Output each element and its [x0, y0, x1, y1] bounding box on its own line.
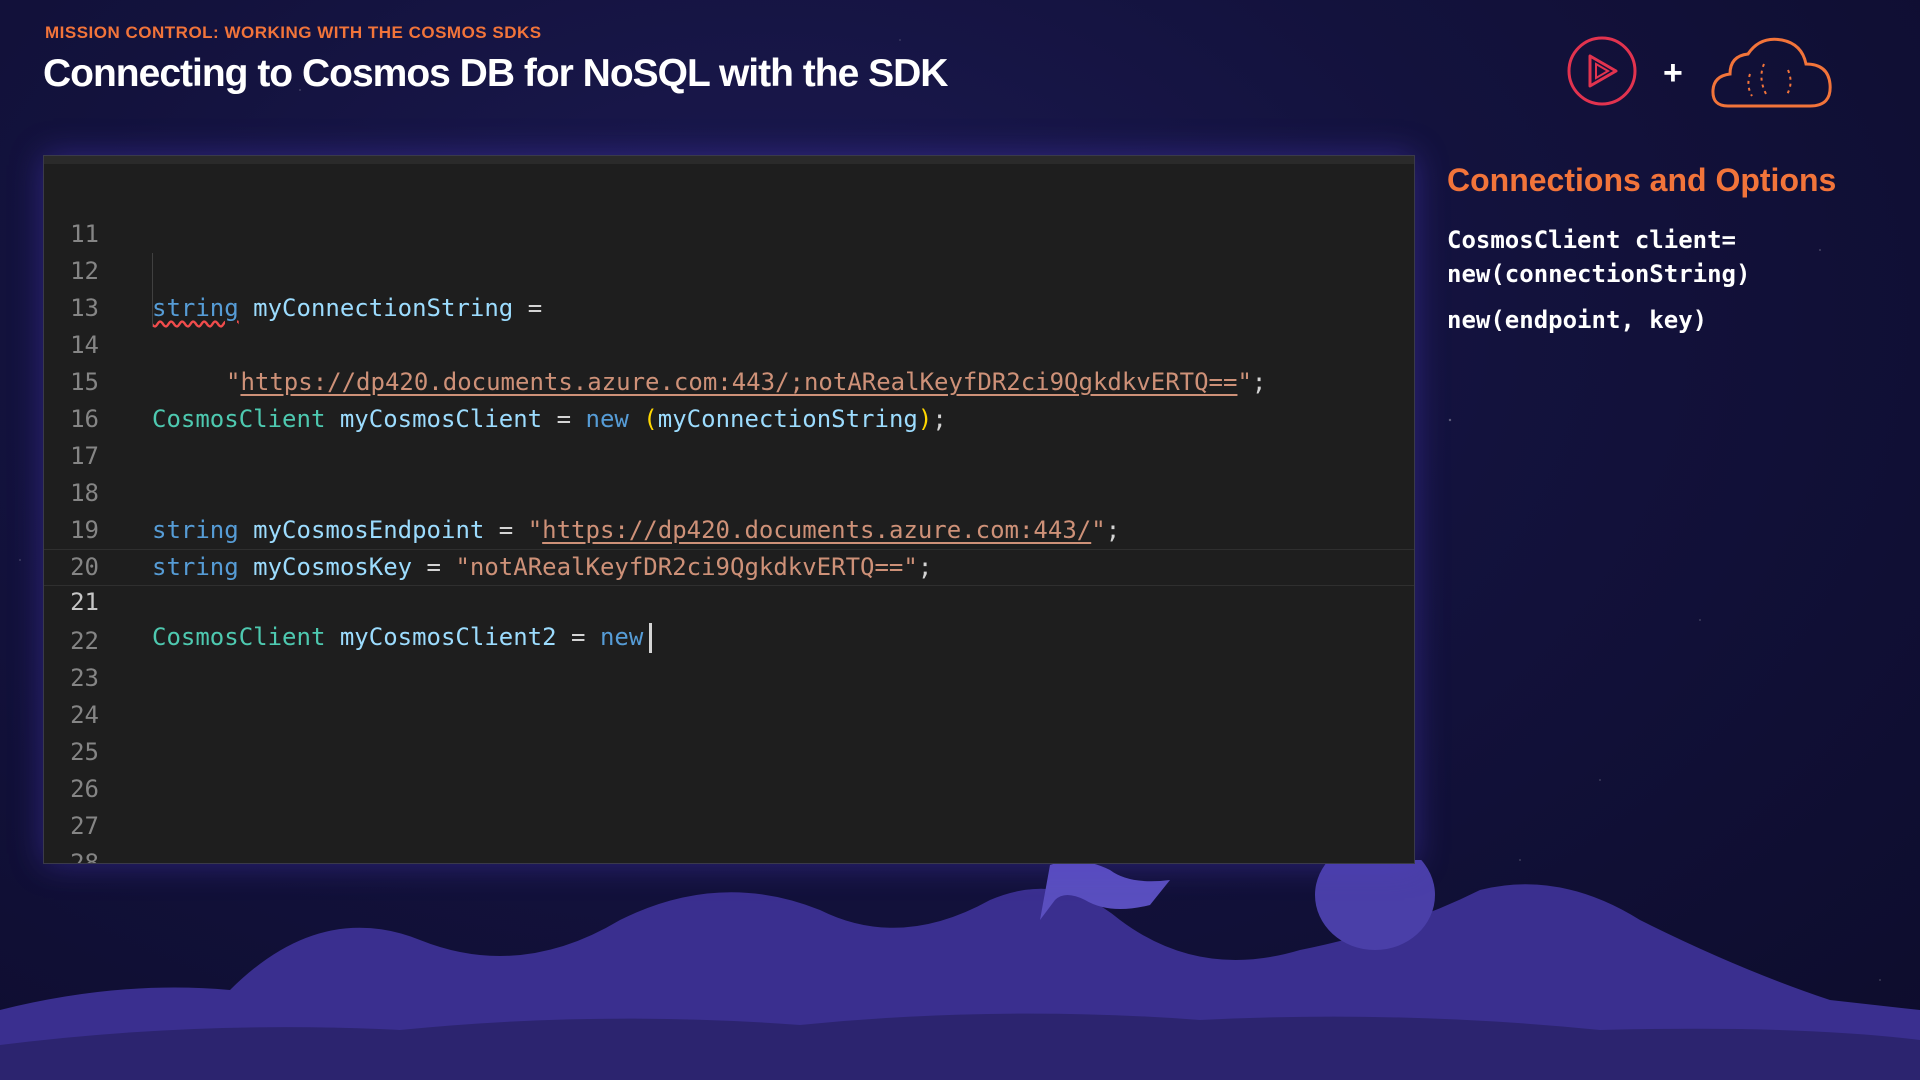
code-line: 26 — [44, 734, 1414, 803]
code-editor[interactable]: 11 12 string myConnectionString = 13 "ht… — [43, 155, 1415, 864]
code-line: 13 "https://dp420.documents.azure.com:44… — [44, 253, 1414, 396]
code-line: 11 — [44, 179, 1414, 248]
code-line: 28 — [44, 808, 1414, 863]
sidebar-code-line: CosmosClient client= — [1447, 226, 1736, 254]
code-line: 14 — [44, 290, 1414, 359]
planet-landscape-illustration — [0, 860, 1920, 1080]
code-line: 27 — [44, 771, 1414, 840]
code-line: 18 string myCosmosEndpoint = "https://dp… — [44, 438, 1414, 544]
editor-top-edge — [44, 156, 1414, 164]
indent-guide — [152, 290, 153, 327]
sidebar-code-line: new(connectionString) — [1447, 260, 1751, 288]
code-line: 25 — [44, 697, 1414, 766]
code-line: 12 string myConnectionString = — [44, 216, 1414, 322]
page-title: Connecting to Cosmos DB for NoSQL with t… — [43, 52, 948, 95]
code-line: 24 — [44, 660, 1414, 729]
section-subtitle: MISSION CONTROL: WORKING WITH THE COSMOS… — [45, 23, 542, 42]
logo-group: + — [1565, 34, 1835, 114]
code-line: 17 — [44, 401, 1414, 470]
code-line: 15 CosmosClient myCosmosClient = new (my… — [44, 327, 1414, 433]
line-number: 28 — [70, 849, 99, 864]
code-line: 19 string myCosmosKey = "notARealKeyfDR2… — [44, 475, 1414, 581]
play-circle-icon — [1567, 36, 1637, 106]
code-line: 23 — [44, 623, 1414, 692]
code-line: 16 — [44, 364, 1414, 433]
plus-sign: + — [1663, 54, 1683, 92]
indent-guide — [152, 253, 153, 290]
active-code-line[interactable]: 21 CosmosClient myCosmosClient2 = new — [44, 549, 1414, 653]
code-line: 20 — [44, 512, 1414, 581]
cloud-icon — [1711, 37, 1832, 108]
code-line: 22 — [44, 586, 1414, 655]
sidebar-heading: Connections and Options — [1447, 162, 1837, 198]
sidebar-code-line: new(endpoint, key) — [1447, 306, 1708, 334]
